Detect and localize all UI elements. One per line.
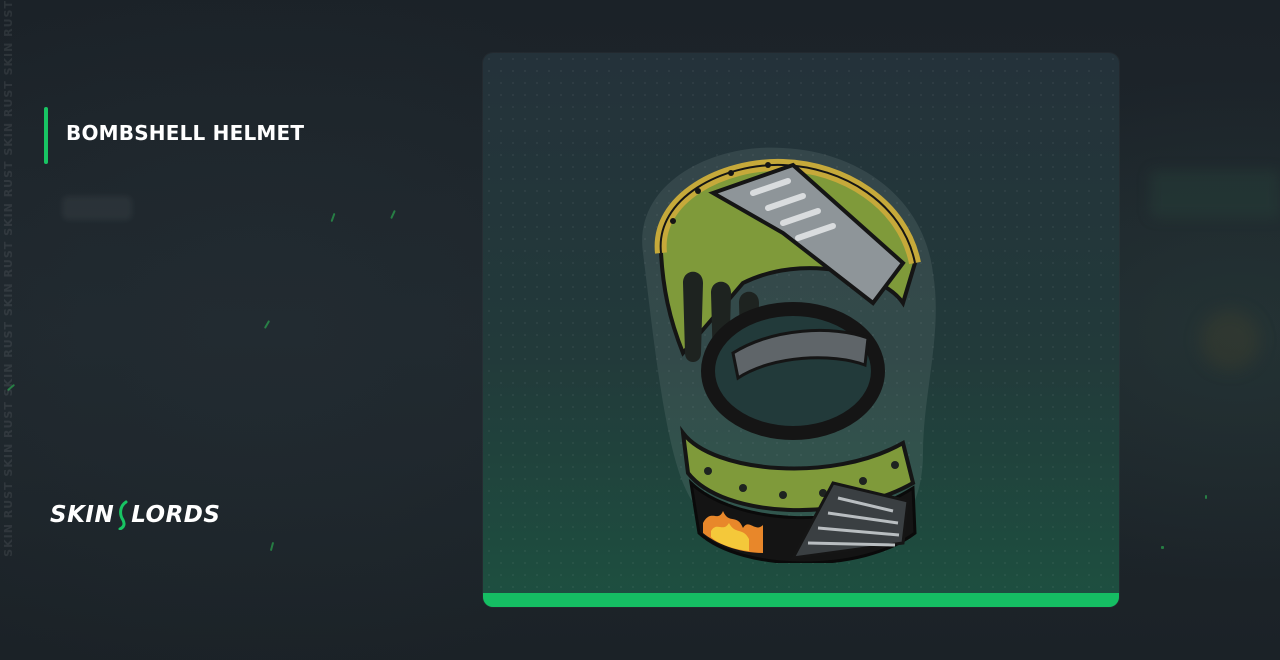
spark-decoration	[263, 320, 271, 329]
skinlords-logo: SKIN LORDS	[50, 500, 220, 530]
page: SKIN RUST SKIN RUST SKIN RUST SKIN RUST …	[0, 0, 1280, 660]
blurred-orb	[1200, 310, 1260, 370]
logo-text-right: LORDS	[131, 502, 221, 528]
item-title: BOMBSHELL HELMET	[66, 121, 305, 145]
spark-decoration	[1161, 546, 1164, 549]
title-accent-bar	[44, 107, 48, 164]
spark-decoration	[1205, 495, 1207, 499]
item-card[interactable]	[483, 53, 1119, 607]
spark-decoration	[390, 209, 396, 220]
blurred-panel	[1150, 170, 1280, 218]
logo-mark-icon	[118, 500, 128, 530]
side-watermark: SKIN RUST SKIN RUST SKIN RUST SKIN RUST …	[2, 0, 16, 660]
spark-decoration	[330, 212, 336, 223]
rarity-bar	[483, 593, 1119, 607]
spark-decoration	[269, 541, 275, 552]
watermark-text: SKIN RUST SKIN RUST SKIN RUST SKIN RUST …	[2, 0, 15, 557]
blurred-chip	[62, 196, 132, 220]
bombshell-helmet-icon	[642, 147, 936, 563]
logo-text-left: SKIN	[50, 502, 115, 528]
